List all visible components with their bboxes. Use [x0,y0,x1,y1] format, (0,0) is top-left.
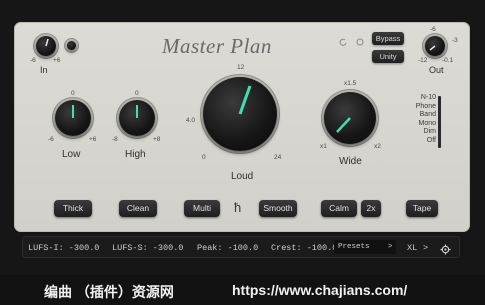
loud-label: Loud [231,171,254,182]
calm-button[interactable]: Calm [321,200,357,217]
out-min: -12 [418,57,428,64]
settings-gear-icon[interactable] [440,242,451,255]
in-min: -6 [30,57,36,64]
high-max: +8 [153,136,161,143]
low-top: 0 [71,90,75,97]
mode-dim[interactable]: Dim [408,128,436,137]
tape-button[interactable]: Tape [406,200,438,217]
preset-arrow-icon: > [388,243,393,251]
logo-glyph: ħ [234,200,242,215]
wide-max: x2 [374,143,381,150]
bypass-button[interactable]: Bypass [372,32,404,45]
out-label: Out [429,65,444,75]
mode-n10[interactable]: N-10 [408,94,436,103]
mode-off[interactable]: Off [408,137,436,146]
preset-selector[interactable]: Presets > [334,240,396,254]
out-knob[interactable] [425,36,445,56]
clean-button[interactable]: Clean [119,200,157,217]
size-arrow-icon[interactable]: > [423,243,428,253]
loud-max: 24 [274,154,282,161]
plugin-window: -6 +6 In Master Plan Bypass Unity -6 -3 … [0,0,485,275]
banner-url: https://www.chajians.com/ [232,282,408,298]
low-min: -6 [48,136,54,143]
lufs-i-readout: LUFS-I: -300.0 [28,243,100,253]
redo-icon[interactable] [356,33,364,46]
in-label: In [40,65,48,75]
crest-readout: Crest: -100.0 [271,243,338,253]
preset-label: Presets [338,243,370,251]
lufs-s-readout: LUFS-S: -300.0 [112,243,184,253]
high-knob[interactable] [119,100,155,136]
low-knob[interactable] [55,100,91,136]
mode-phone[interactable]: Phone [408,103,436,112]
monitor-modes: N-10 Phone Band Mono Dim Off [408,94,436,145]
wide-label: Wide [339,156,362,167]
in-link-button[interactable] [67,41,76,50]
in-max: +6 [53,57,61,64]
watermark-banner: 编曲 （插件）资源网 https://www.chajians.com/ [0,275,485,305]
size-label[interactable]: XL [407,243,417,253]
wide-top: x1.5 [344,80,357,87]
high-min: -8 [112,136,118,143]
loud-knob[interactable] [203,77,277,151]
out-max: -0.1 [442,57,454,64]
peak-readout: Peak: -100.0 [197,243,259,253]
banner-left-text: 编曲 （插件）资源网 [44,284,174,300]
in-knob[interactable] [36,36,56,56]
2x-button[interactable]: 2x [361,200,381,217]
mode-meter [438,96,441,148]
high-top: 0 [135,90,139,97]
multi-button[interactable]: Multi [184,200,220,217]
loud-top: 12 [237,64,245,71]
wide-min: x1 [320,143,327,150]
high-label: High [125,149,146,160]
undo-icon[interactable] [339,33,347,46]
low-label: Low [62,149,81,160]
mode-band[interactable]: Band [408,111,436,120]
unity-button[interactable]: Unity [372,50,404,63]
out-top: -6 [430,26,436,33]
low-max: +6 [89,136,97,143]
wide-knob[interactable] [324,92,376,144]
loud-left: 4.0 [186,117,196,124]
smooth-button[interactable]: Smooth [259,200,297,217]
thick-button[interactable]: Thick [54,200,92,217]
mode-mono[interactable]: Mono [408,120,436,129]
out-left: -3 [452,37,458,44]
plugin-title: Master Plan [162,34,272,58]
loud-min: 0 [202,154,206,161]
